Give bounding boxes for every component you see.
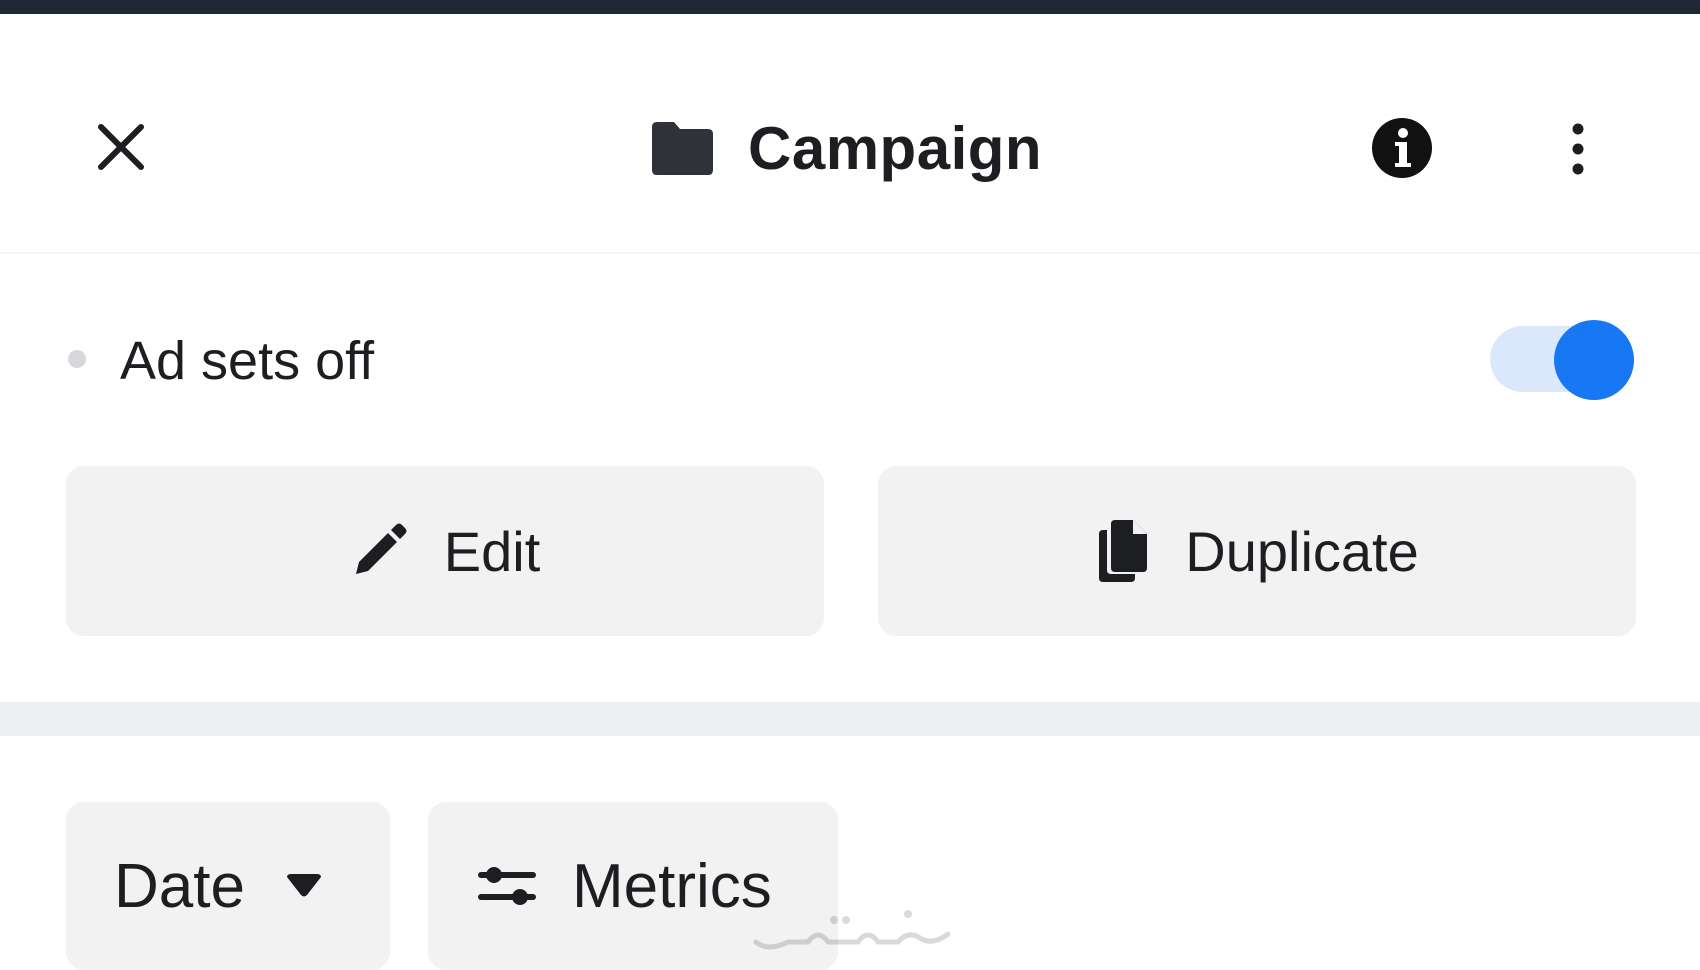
info-button[interactable] xyxy=(1370,116,1434,180)
date-label: Date xyxy=(114,851,245,921)
status-row: Ad sets off xyxy=(0,300,1700,420)
header-title: Campaign xyxy=(648,108,1042,188)
more-options-button[interactable] xyxy=(1550,116,1606,182)
metrics-label: Metrics xyxy=(572,851,772,921)
top-bar xyxy=(0,0,1700,14)
page-title: Campaign xyxy=(748,114,1043,182)
copy-icon xyxy=(1099,520,1148,582)
header: Campaign xyxy=(0,14,1700,254)
info-icon xyxy=(1372,118,1432,178)
more-vertical-icon xyxy=(1572,123,1584,175)
pencil-icon xyxy=(355,523,407,574)
sliders-icon xyxy=(478,867,536,905)
toggle-knob xyxy=(1554,320,1634,400)
campaign-panel: Campaign Ad sets off Edit Duplicate Date… xyxy=(0,0,1700,970)
folder-icon xyxy=(652,122,713,175)
section-separator xyxy=(0,702,1700,736)
duplicate-label: Duplicate xyxy=(1185,519,1419,583)
watermark-logo xyxy=(753,910,951,950)
date-filter-button[interactable]: Date xyxy=(66,802,390,970)
duplicate-button[interactable]: Duplicate xyxy=(878,466,1636,636)
header-divider xyxy=(0,252,1700,254)
edit-label: Edit xyxy=(443,519,541,583)
campaign-toggle[interactable] xyxy=(1490,320,1638,400)
close-button[interactable] xyxy=(88,114,154,180)
caret-down-icon xyxy=(286,874,321,897)
status-dot xyxy=(68,350,86,368)
close-icon xyxy=(98,124,144,170)
status-label: Ad sets off xyxy=(120,331,375,391)
edit-button[interactable]: Edit xyxy=(66,466,824,636)
